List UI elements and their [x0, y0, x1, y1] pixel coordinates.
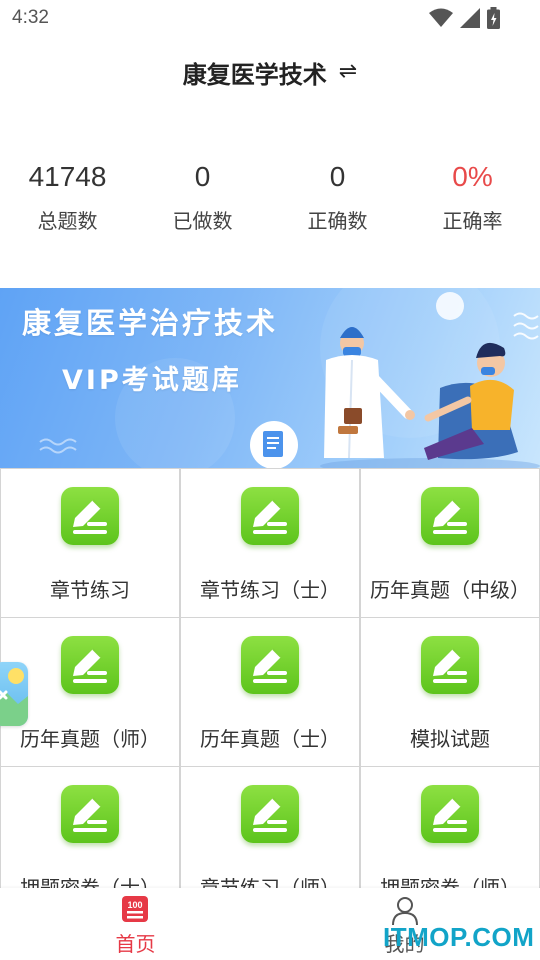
edit-icon [61, 785, 119, 843]
floating-widget[interactable] [0, 662, 28, 726]
banner-title: 康复医学治疗技术 [22, 306, 279, 340]
grid-item-label: 章节练习（士） [200, 578, 340, 602]
edit-icon [241, 785, 299, 843]
status-time: 4:32 [12, 7, 49, 28]
header: 康复医学技术 ⇌ [0, 50, 540, 94]
edit-icon [61, 487, 119, 545]
grid-item-chapter-practice[interactable]: 章节练习 [0, 469, 180, 618]
stat-done-label: 已做数 [172, 209, 233, 233]
grid-item-label: 押题密卷（士） [20, 876, 160, 888]
nav-home[interactable]: 100 首页 [68, 888, 203, 960]
edit-icon [421, 636, 479, 694]
grid-item-label: 历年真题（师） [20, 727, 160, 751]
grid-item-label: 历年真题（中级） [370, 578, 530, 602]
stat-total-label: 总题数 [37, 209, 98, 233]
home-badge-text: 100 [127, 900, 142, 910]
grid-item-past-exams-intermediate[interactable]: 历年真题（中级） [360, 469, 540, 618]
status-icons [429, 7, 500, 29]
grid-item-chapter-practice-shi[interactable]: 章节练习（士） [180, 469, 360, 618]
edit-icon [241, 636, 299, 694]
stat-total: 41748 总题数 [0, 155, 135, 250]
image-icon [0, 668, 28, 726]
grid-item-label: 章节练习 [50, 578, 130, 602]
vip-banner[interactable]: 康复医学治疗技术 VIP考试题库 [0, 288, 540, 468]
signal-icon [460, 8, 480, 28]
home-100-icon: 100 [122, 896, 148, 922]
status-bar: 4:32 [0, 0, 540, 38]
battery-icon [487, 7, 500, 29]
grid-item-label: 押题密卷（师） [380, 876, 520, 888]
stat-rate-label: 正确率 [442, 209, 503, 233]
grid-item-mock-exams[interactable]: 模拟试题 [360, 618, 540, 767]
stat-done-value: 0 [194, 161, 211, 192]
watermark: ITMOP.COM [383, 922, 535, 952]
grid-item-predicted-papers-shi[interactable]: 押题密卷（士） [0, 767, 180, 888]
banner-subtitle: VIP考试题库 [62, 365, 242, 396]
stat-correct-value: 0 [329, 161, 346, 192]
edit-icon [421, 785, 479, 843]
grid-item-label: 历年真题（士） [200, 727, 340, 751]
edit-icon [421, 487, 479, 545]
wifi-icon [429, 8, 453, 27]
page-title: 康复医学技术 [182, 60, 327, 89]
stat-correct: 0 正确数 [270, 155, 405, 250]
grid-item-label: 章节练习（师） [200, 876, 340, 888]
grid-item-past-exams-shi[interactable]: 历年真题（士） [180, 618, 360, 767]
grid-item-chapter-practice-teacher[interactable]: 章节练习（师） [180, 767, 360, 888]
stat-done: 0 已做数 [135, 155, 270, 250]
stat-rate-value: 0% [452, 161, 493, 192]
stat-total-value: 41748 [28, 161, 107, 192]
switch-subject-icon[interactable]: ⇌ [339, 61, 357, 83]
stat-correct-label: 正确数 [307, 209, 368, 233]
edit-icon [241, 487, 299, 545]
function-grid: 章节练习 章节练习（士） 历年真题（中级） 历年真题（师） 历年真题（士） 模拟… [0, 468, 540, 888]
stats-panel: 41748 总题数 0 已做数 0 正确数 0% 正确率 [0, 155, 540, 250]
stat-rate: 0% 正确率 [405, 155, 540, 250]
grid-item-label: 模拟试题 [410, 727, 490, 751]
nav-home-label: 首页 [115, 932, 156, 956]
edit-icon [61, 636, 119, 694]
grid-item-predicted-papers-teacher[interactable]: 押题密卷（师） [360, 767, 540, 888]
